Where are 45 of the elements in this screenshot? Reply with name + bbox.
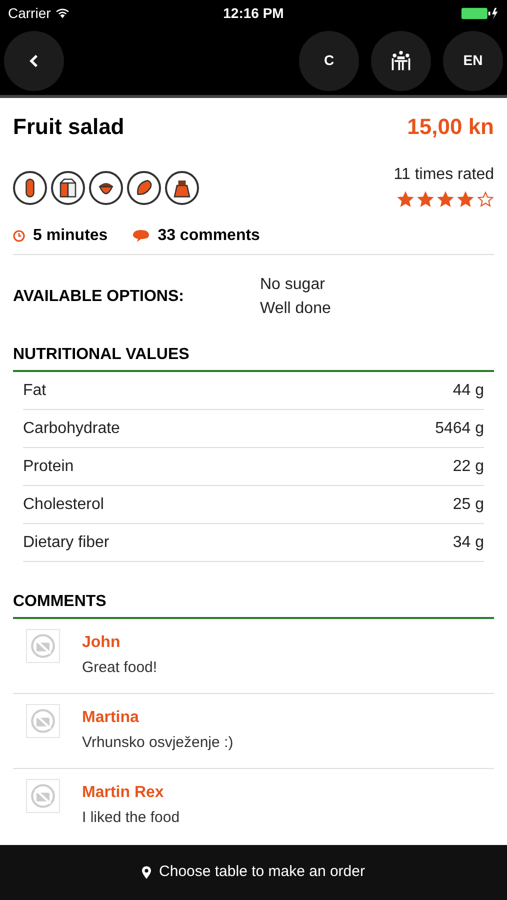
nutrient-value: 22 g	[452, 456, 484, 476]
dish-title: Fruit salad	[13, 113, 124, 141]
comment-text: Great food!	[82, 658, 158, 678]
section-heading: NUTRITIONAL VALUES	[13, 346, 190, 363]
speech-bubble-icon	[132, 229, 150, 243]
carrier-label: Carrier	[8, 4, 51, 22]
battery-icon	[460, 6, 499, 20]
location-pin-icon	[142, 866, 152, 879]
nutrient-name: Fat	[23, 380, 46, 400]
wifi-icon	[54, 8, 70, 18]
comment-author: Martin Rex	[82, 783, 165, 803]
comment-author: Martina	[82, 708, 140, 728]
option-text: Well done	[260, 299, 331, 319]
dining-table-icon	[390, 50, 412, 72]
clock-icon	[13, 230, 25, 242]
choose-table-button[interactable]: Choose table to make an order	[0, 845, 507, 900]
milk-carton-icon	[51, 171, 85, 205]
nutrient-name: Carbohydrate	[23, 418, 120, 438]
language-button[interactable]: EN	[443, 30, 503, 90]
rating-count: 11 times rated	[394, 165, 494, 185]
section-heading: COMMENTS	[13, 593, 106, 610]
option-text: No sugar	[260, 275, 326, 295]
nutrient-value: 34 g	[452, 532, 484, 552]
star-icon	[417, 191, 434, 208]
comment-count: 33 comments	[158, 226, 260, 246]
back-icon	[28, 54, 40, 68]
star-icon	[397, 191, 414, 208]
comment-author: John	[82, 633, 122, 653]
prep-time: 5 minutes	[33, 226, 108, 246]
sack-icon	[165, 171, 199, 205]
nutrient-value: 44 g	[452, 380, 484, 400]
options-label: AVAILABLE OPTIONS:	[13, 287, 185, 307]
star-icon	[477, 191, 494, 208]
nutrient-name: Protein	[23, 456, 74, 476]
clock: 12:16 PM	[223, 4, 284, 22]
comment-text: Vrhunsko osvježenje :)	[82, 733, 234, 753]
language-button[interactable]: C	[299, 30, 359, 90]
comment-text: I liked the food	[82, 808, 180, 828]
star-icon	[437, 191, 454, 208]
nutrient-name: Dietary fiber	[23, 532, 110, 552]
nutrient-value: 25 g	[452, 494, 484, 514]
star-icon	[457, 191, 474, 208]
nutrient-value: 5464 g	[435, 418, 484, 438]
price: 15,00 kn	[407, 113, 494, 141]
nutrient-name: Cholesterol	[23, 494, 104, 514]
